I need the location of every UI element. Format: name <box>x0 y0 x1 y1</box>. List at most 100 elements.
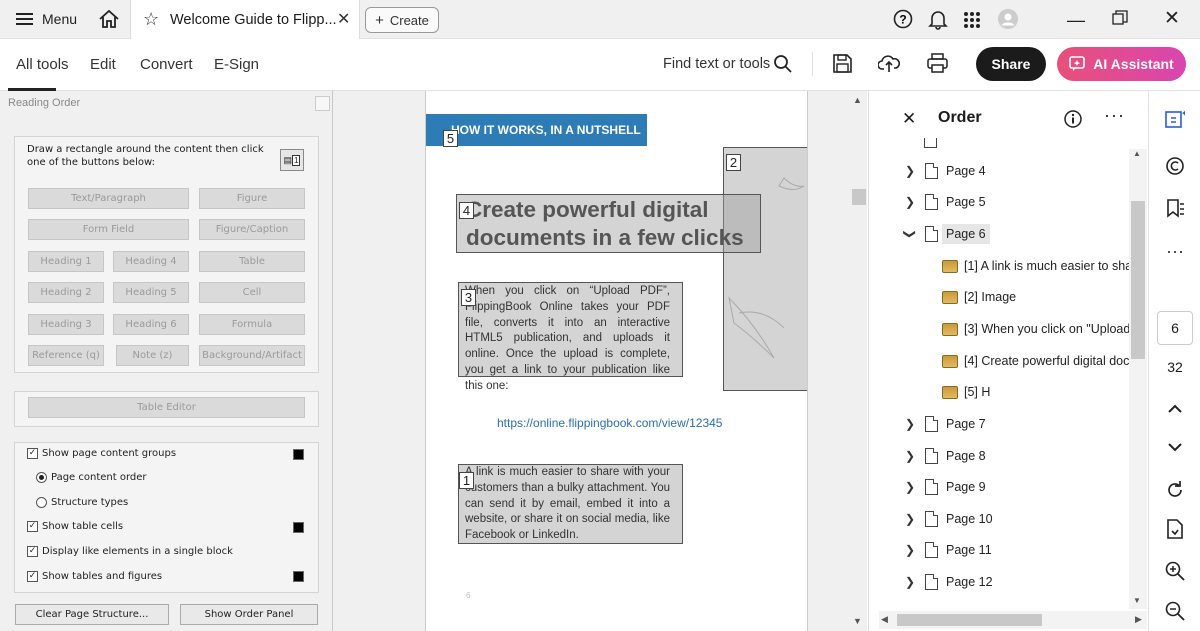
tree-child-1[interactable]: [1] A link is much easier to shar <box>942 254 1136 278</box>
formula-button[interactable]: Formula <box>199 314 305 335</box>
info-icon[interactable] <box>1064 110 1082 133</box>
create-button[interactable]: + Create <box>365 7 439 33</box>
show-table-cells-option[interactable]: ✓ Show table cells <box>27 521 123 532</box>
heading1-button[interactable]: Heading 1 <box>28 251 104 272</box>
tree-page-5[interactable]: ❯ Page 5 <box>903 190 986 214</box>
tree-page-10[interactable]: ❯ Page 10 <box>903 507 993 531</box>
chevron-down-icon[interactable]: ❯ <box>903 227 917 241</box>
order-hscrollbar[interactable]: ◀ ▶ <box>879 611 1147 629</box>
heading5-button[interactable]: Heading 5 <box>113 282 189 303</box>
display-like-elements-option[interactable]: ✓ Display like elements in a single bloc… <box>27 546 233 557</box>
print-icon[interactable] <box>927 53 948 78</box>
panel-close-button[interactable] <box>315 96 330 111</box>
show-page-content-groups-option[interactable]: ✓ Show page content groups <box>27 448 176 459</box>
chevron-up-icon[interactable] <box>1163 397 1187 421</box>
table-button[interactable]: Table <box>199 251 305 272</box>
cloud-upload-icon[interactable] <box>877 53 900 78</box>
more-options-icon[interactable]: ··· <box>1104 105 1125 126</box>
save-icon[interactable] <box>833 54 852 78</box>
note-button[interactable]: Note (z) <box>116 345 189 366</box>
order-marker[interactable]: 4 <box>459 202 474 219</box>
publication-link[interactable]: https://online.flippingbook.com/view/123… <box>497 416 722 430</box>
tab-edit[interactable]: Edit <box>90 56 116 73</box>
figure-button[interactable]: Figure <box>199 188 305 209</box>
help-icon[interactable]: ? <box>893 9 913 29</box>
tree-page-7[interactable]: ❯ Page 7 <box>903 412 986 436</box>
clear-page-structure-button[interactable]: Clear Page Structure... <box>15 604 169 625</box>
image-region[interactable] <box>723 147 807 391</box>
radio-unselected-icon[interactable] <box>36 497 47 508</box>
checkbox-checked-icon[interactable]: ✓ <box>27 521 38 532</box>
cell-button[interactable]: Cell <box>199 282 305 303</box>
order-marker[interactable]: 2 <box>726 154 741 171</box>
figure-caption-button[interactable]: Figure/Caption <box>199 219 305 240</box>
comment-ai-icon[interactable] <box>1163 154 1187 178</box>
scroll-down-icon[interactable]: ▼ <box>1133 596 1141 605</box>
search-icon[interactable] <box>773 54 793 79</box>
document-tab[interactable]: ☆ Welcome Guide to Flipp... ✕ <box>130 0 360 39</box>
chevron-right-icon[interactable]: ❯ <box>903 512 917 526</box>
chevron-right-icon[interactable]: ❯ <box>903 575 917 589</box>
reference-button[interactable]: Reference (q) <box>28 345 104 366</box>
find-tools-label[interactable]: Find text or tools <box>663 56 770 72</box>
edit-panel-icon[interactable]: ✦ <box>1163 107 1187 131</box>
tab-convert[interactable]: Convert <box>140 56 193 73</box>
chevron-right-icon[interactable]: ❯ <box>903 417 917 431</box>
show-order-panel-button[interactable]: Show Order Panel <box>180 604 318 625</box>
avatar[interactable] <box>998 9 1018 29</box>
heading4-button[interactable]: Heading 4 <box>113 251 189 272</box>
scroll-right-icon[interactable]: ▶ <box>1135 614 1142 625</box>
scroll-left-icon[interactable]: ◀ <box>881 614 888 625</box>
zoom-out-icon[interactable] <box>1163 599 1187 623</box>
tree-page-9[interactable]: ❯ Page 9 <box>903 475 986 499</box>
tree-child-4[interactable]: [4] Create powerful digital docu <box>942 349 1136 373</box>
menu-button[interactable]: Menu <box>16 11 77 27</box>
tree-page-6[interactable]: ❯ Page 6 <box>903 222 990 246</box>
order-marker[interactable]: 3 <box>461 289 476 306</box>
page-content-order-option[interactable]: Page content order <box>36 472 147 483</box>
tree-page-4[interactable]: ❯ Page 4 <box>903 159 986 183</box>
restore-icon[interactable] <box>1112 10 1128 26</box>
chevron-right-icon[interactable]: ❯ <box>903 480 917 494</box>
tree-page-11[interactable]: ❯ Page 11 <box>903 538 992 562</box>
page-extract-icon[interactable] <box>1163 517 1187 541</box>
tree-page-8[interactable]: ❯ Page 8 <box>903 444 986 468</box>
scroll-up-icon[interactable]: ▲ <box>853 95 862 105</box>
chevron-right-icon[interactable]: ❯ <box>903 449 917 463</box>
ai-assistant-button[interactable]: ✦ AI Assistant <box>1057 47 1186 81</box>
close-window-icon[interactable]: ✕ <box>1164 7 1180 30</box>
close-tab-icon[interactable]: ✕ <box>337 9 350 29</box>
zoom-in-icon[interactable] <box>1163 559 1187 583</box>
document-scrollbar[interactable]: ▲ ▼ <box>850 91 867 631</box>
refresh-icon[interactable] <box>1163 478 1187 502</box>
heading3-button[interactable]: Heading 3 <box>28 314 104 335</box>
chevron-right-icon[interactable]: ❯ <box>903 543 917 557</box>
bell-icon[interactable] <box>928 9 948 30</box>
home-icon[interactable] <box>98 9 120 29</box>
minimize-icon[interactable]: — <box>1067 10 1085 31</box>
checkbox-checked-icon[interactable]: ✓ <box>27 571 38 582</box>
tab-all-tools[interactable]: All tools <box>16 56 69 73</box>
scroll-thumb[interactable] <box>897 614 1042 626</box>
form-field-button[interactable]: Form Field <box>28 219 189 240</box>
scroll-down-icon[interactable]: ▼ <box>853 616 862 626</box>
radio-selected-icon[interactable] <box>36 472 47 483</box>
tab-esign[interactable]: E-Sign <box>214 56 259 73</box>
scroll-up-icon[interactable]: ▲ <box>1133 149 1141 158</box>
chevron-right-icon[interactable]: ❯ <box>903 195 917 209</box>
order-scrollbar[interactable]: ▲ ▼ <box>1129 149 1147 609</box>
color-swatch[interactable] <box>293 522 304 533</box>
tree-child-3[interactable]: [3] When you click on "Upload <box>942 317 1130 341</box>
checkbox-checked-icon[interactable]: ✓ <box>27 448 38 459</box>
tree-page-12[interactable]: ❯ Page 12 <box>903 570 993 594</box>
close-order-icon[interactable]: ✕ <box>902 109 916 129</box>
tree-child-2[interactable]: [2] Image <box>942 285 1016 309</box>
bookmark-icon[interactable] <box>1163 197 1187 221</box>
color-swatch[interactable] <box>293 571 304 582</box>
chevron-right-icon[interactable]: ❯ <box>903 164 917 178</box>
share-button[interactable]: Share <box>976 47 1046 81</box>
current-page-input[interactable]: 6 <box>1157 311 1193 345</box>
heading2-button[interactable]: Heading 2 <box>28 282 104 303</box>
checkbox-checked-icon[interactable]: ✓ <box>27 546 38 557</box>
table-editor-button[interactable]: Table Editor <box>28 397 305 418</box>
